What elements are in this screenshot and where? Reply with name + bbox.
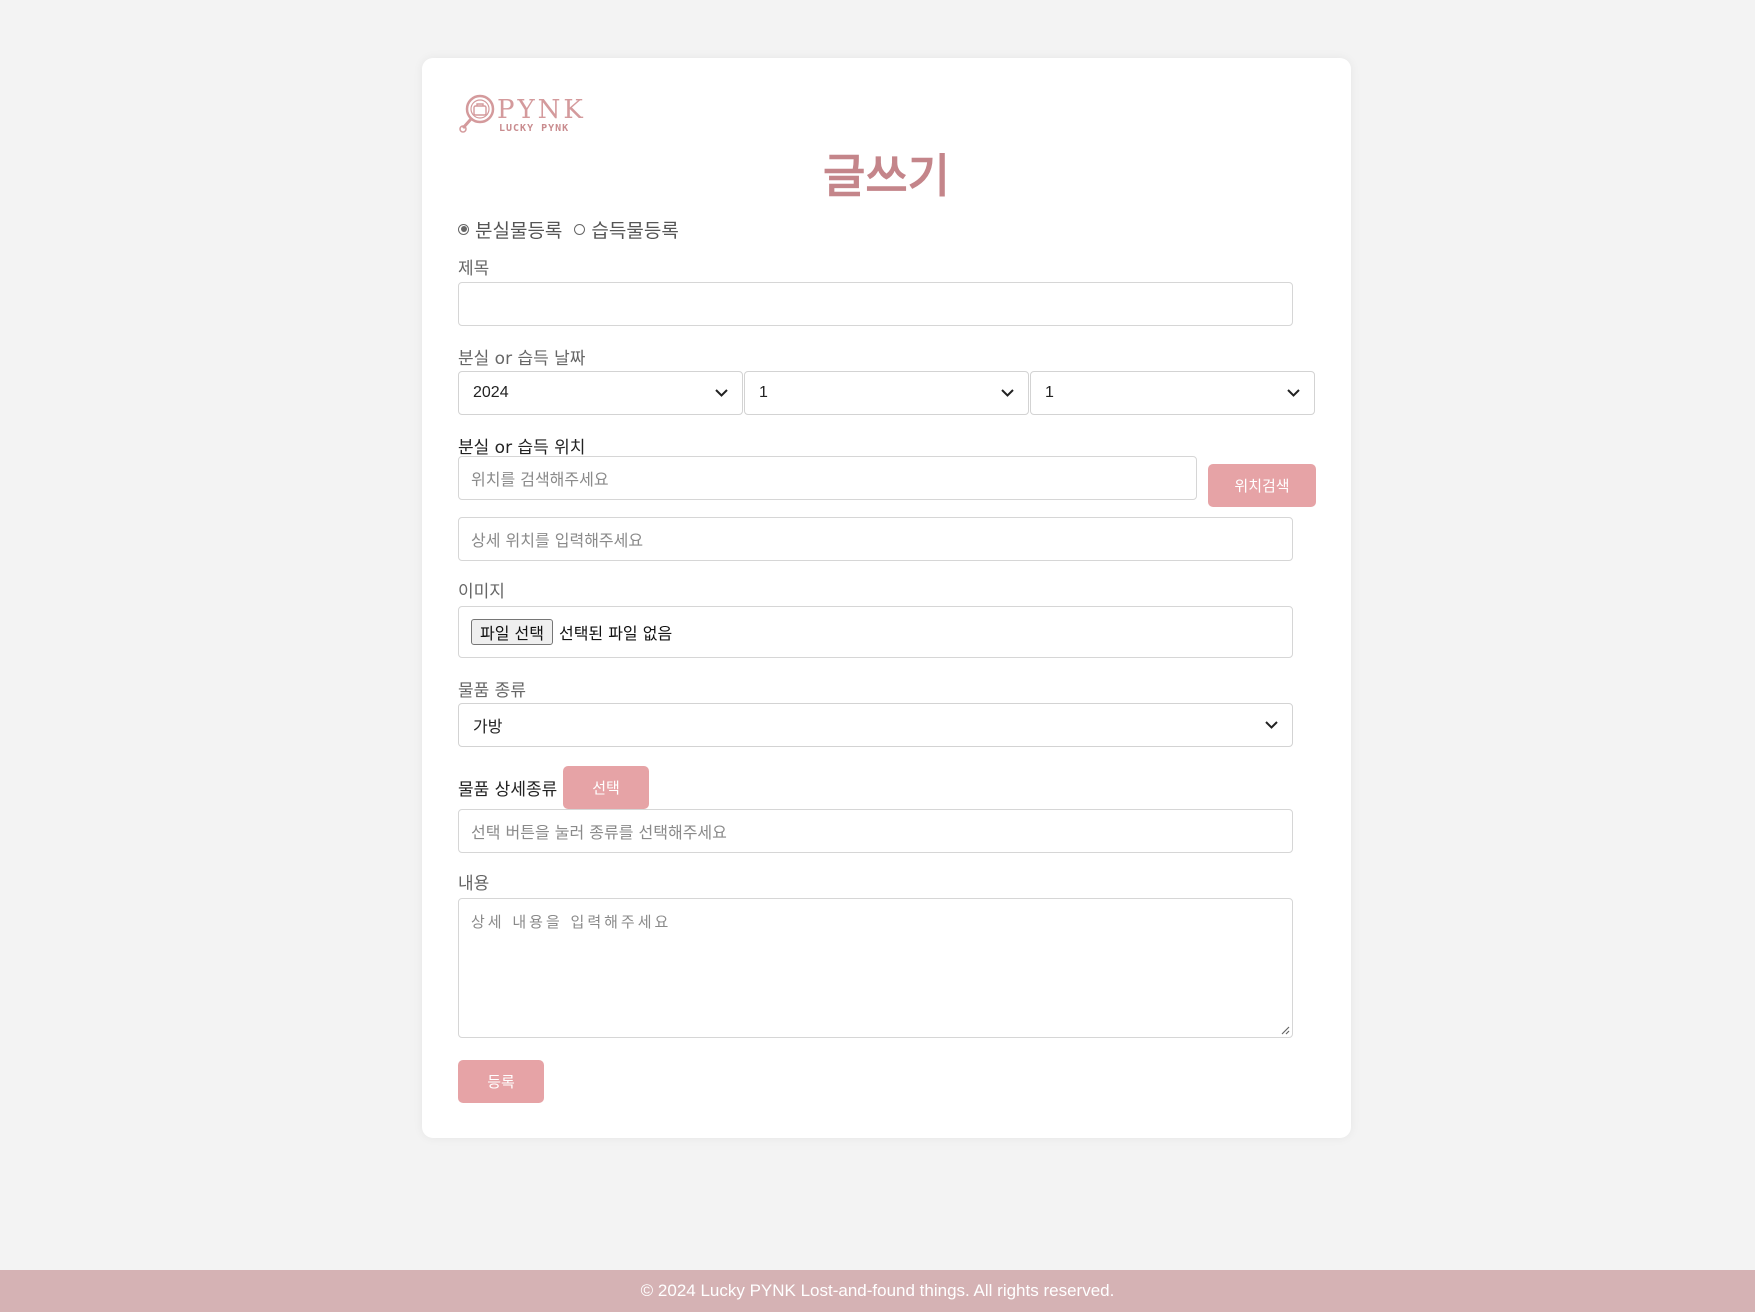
- day-select[interactable]: 1: [1030, 371, 1315, 415]
- file-select-button[interactable]: 파일 선택: [471, 619, 553, 645]
- post-type-radio-group: 분실물등록 습득물등록: [458, 216, 691, 242]
- footer-text: © 2024 Lucky PYNK Lost-and-found things.…: [640, 1281, 1115, 1300]
- year-select[interactable]: 2024: [458, 371, 743, 415]
- month-value: 1: [759, 384, 768, 401]
- magnifier-bag-icon: [459, 94, 495, 133]
- content-label: 내용: [458, 874, 490, 894]
- location-search-button[interactable]: 위치검색: [1208, 464, 1316, 507]
- radio-found-label[interactable]: 습득물등록: [591, 216, 678, 243]
- page-title: 글쓰기: [823, 149, 950, 203]
- date-label: 분실 or 습득 날짜: [458, 349, 586, 369]
- write-form-card: PYNK LUCKY PYNK 글쓰기 분실물등록 습득물등록 제목 분실 or…: [422, 58, 1351, 1138]
- radio-found[interactable]: [574, 223, 586, 235]
- year-value: 2024: [473, 384, 509, 401]
- month-select[interactable]: 1: [744, 371, 1029, 415]
- chevron-down-icon: [1287, 389, 1300, 397]
- image-label: 이미지: [458, 582, 505, 602]
- logo-name: PYNK: [497, 95, 586, 125]
- location-search-input[interactable]: 위치를 검색해주세요: [458, 456, 1197, 500]
- radio-lost[interactable]: [458, 223, 469, 235]
- subcategory-input[interactable]: 선택 버튼을 눌러 종류를 선택해주세요: [458, 809, 1293, 853]
- footer: © 2024 Lucky PYNK Lost-and-found things.…: [0, 1270, 1755, 1312]
- category-select[interactable]: 가방: [458, 703, 1293, 747]
- submit-button[interactable]: 등록: [458, 1060, 544, 1103]
- title-label: 제목: [458, 259, 490, 279]
- day-value: 1: [1045, 384, 1054, 401]
- resize-handle-icon[interactable]: [1280, 1025, 1290, 1035]
- file-status: 선택된 파일 없음: [558, 624, 673, 643]
- chevron-down-icon: [1001, 389, 1014, 397]
- radio-lost-label[interactable]: 분실물등록: [475, 216, 562, 243]
- logo[interactable]: PYNK LUCKY PYNK: [458, 93, 588, 138]
- chevron-down-icon: [1265, 721, 1278, 729]
- image-file-field: 파일 선택 선택된 파일 없음: [458, 606, 1293, 658]
- content-textarea[interactable]: 상세 내용을 입력해주세요: [458, 898, 1293, 1038]
- content-placeholder: 상세 내용을 입력해주세요: [471, 913, 672, 931]
- location-detail-input[interactable]: 상세 위치를 입력해주세요: [458, 517, 1293, 561]
- category-label: 물품 종류: [458, 681, 526, 701]
- title-input[interactable]: [458, 282, 1293, 326]
- chevron-down-icon: [715, 389, 728, 397]
- subcategory-select-button[interactable]: 선택: [563, 766, 649, 809]
- logo-subtitle: LUCKY PYNK: [499, 123, 570, 134]
- location-label: 분실 or 습득 위치: [458, 438, 586, 458]
- subcategory-label: 물품 상세종류: [458, 780, 558, 800]
- category-value: 가방: [473, 719, 503, 736]
